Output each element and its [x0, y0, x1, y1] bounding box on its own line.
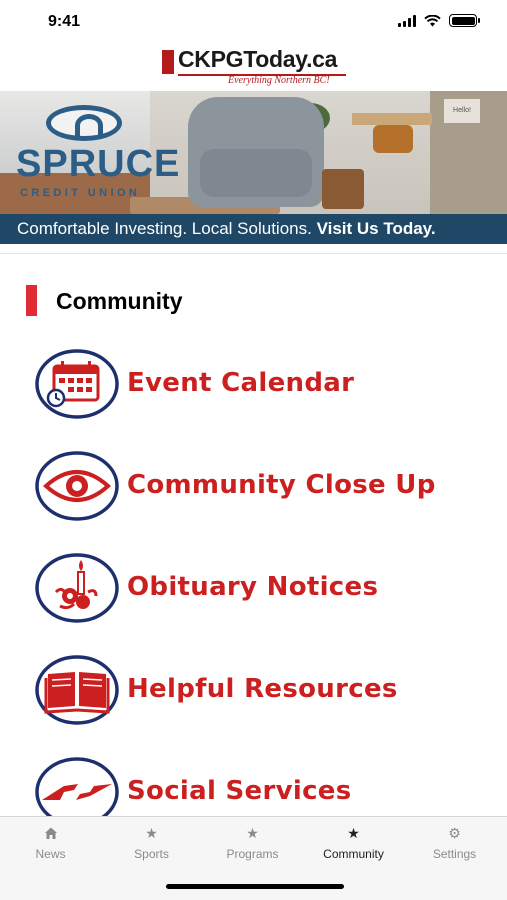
cellular-signal-icon	[398, 14, 416, 27]
tab-sports[interactable]: ★ Sports	[101, 825, 202, 865]
star-icon: ★	[246, 825, 259, 841]
menu-item-label: Event Calendar	[127, 368, 355, 398]
star-icon: ★	[347, 825, 360, 841]
spruce-brand-sub: CREDIT UNION	[20, 187, 141, 199]
app-header: CKPGToday.ca Everything Northern BC!	[0, 44, 507, 91]
status-bar: 9:41	[0, 0, 507, 44]
menu-item-label: Obituary Notices	[127, 572, 379, 602]
spruce-logo: SPRUCE CREDIT UNION	[10, 101, 179, 205]
spruce-emblem-icon	[46, 105, 122, 141]
menu-item-obituary-notices[interactable]: Obituary Notices	[34, 552, 494, 626]
menu-item-social-services[interactable]: Social Services	[34, 756, 494, 816]
banner-cta: Visit Us Today.	[316, 219, 436, 238]
home-indicator[interactable]	[166, 884, 344, 889]
tab-news[interactable]: News	[0, 825, 101, 865]
section-accent-bar	[26, 285, 37, 316]
spruce-brand-name: SPRUCE	[16, 143, 181, 185]
divider	[0, 253, 507, 254]
star-icon: ★	[145, 825, 158, 841]
section-title: Community	[56, 288, 183, 314]
candle-rose-icon	[35, 553, 119, 623]
tab-label: Programs	[226, 847, 279, 861]
battery-icon	[449, 14, 480, 27]
home-icon	[44, 827, 57, 839]
banner-tagline: Comfortable Investing. Local Solutions.	[17, 219, 312, 238]
calendar-icon	[35, 349, 119, 419]
tab-programs[interactable]: ★ Programs	[202, 825, 303, 865]
menu-item-helpful-resources[interactable]: Helpful Resources	[34, 654, 494, 728]
book-icon	[35, 655, 119, 725]
tab-label: News	[35, 847, 66, 861]
menu-item-community-close-up[interactable]: Community Close Up	[34, 450, 494, 524]
logo-text: CKPGToday.ca	[178, 46, 338, 72]
tab-label: Community	[323, 847, 384, 861]
status-icons	[398, 14, 480, 27]
tab-label: Sports	[134, 847, 169, 861]
menu-item-event-calendar[interactable]: Event Calendar	[34, 348, 494, 422]
banner-sign: Hello!	[444, 99, 480, 123]
eye-icon	[35, 451, 119, 521]
banner-ad[interactable]: Hello! SPRUCE CREDIT UNION Comfortable I…	[0, 91, 507, 244]
status-time: 9:41	[48, 13, 81, 30]
banner-tagline-strip: Comfortable Investing. Local Solutions. …	[0, 214, 507, 244]
menu-item-label: Social Services	[127, 776, 352, 806]
logo-mark	[162, 50, 174, 74]
logo-tagline: Everything Northern BC!	[228, 75, 330, 86]
gear-icon: ⚙	[448, 825, 461, 841]
menu-item-label: Helpful Resources	[127, 674, 398, 704]
community-menu: Event Calendar Community Close Up Obitua…	[0, 338, 507, 816]
armchair-image	[188, 97, 324, 207]
wifi-icon	[424, 14, 441, 26]
tab-label: Settings	[432, 847, 477, 861]
tab-community[interactable]: ★ Community	[303, 825, 404, 865]
ckpg-logo[interactable]: CKPGToday.ca Everything Northern BC!	[162, 46, 352, 90]
tab-settings[interactable]: ⚙ Settings	[404, 825, 505, 865]
helping-hands-icon	[35, 757, 119, 816]
menu-item-label: Community Close Up	[127, 470, 436, 500]
